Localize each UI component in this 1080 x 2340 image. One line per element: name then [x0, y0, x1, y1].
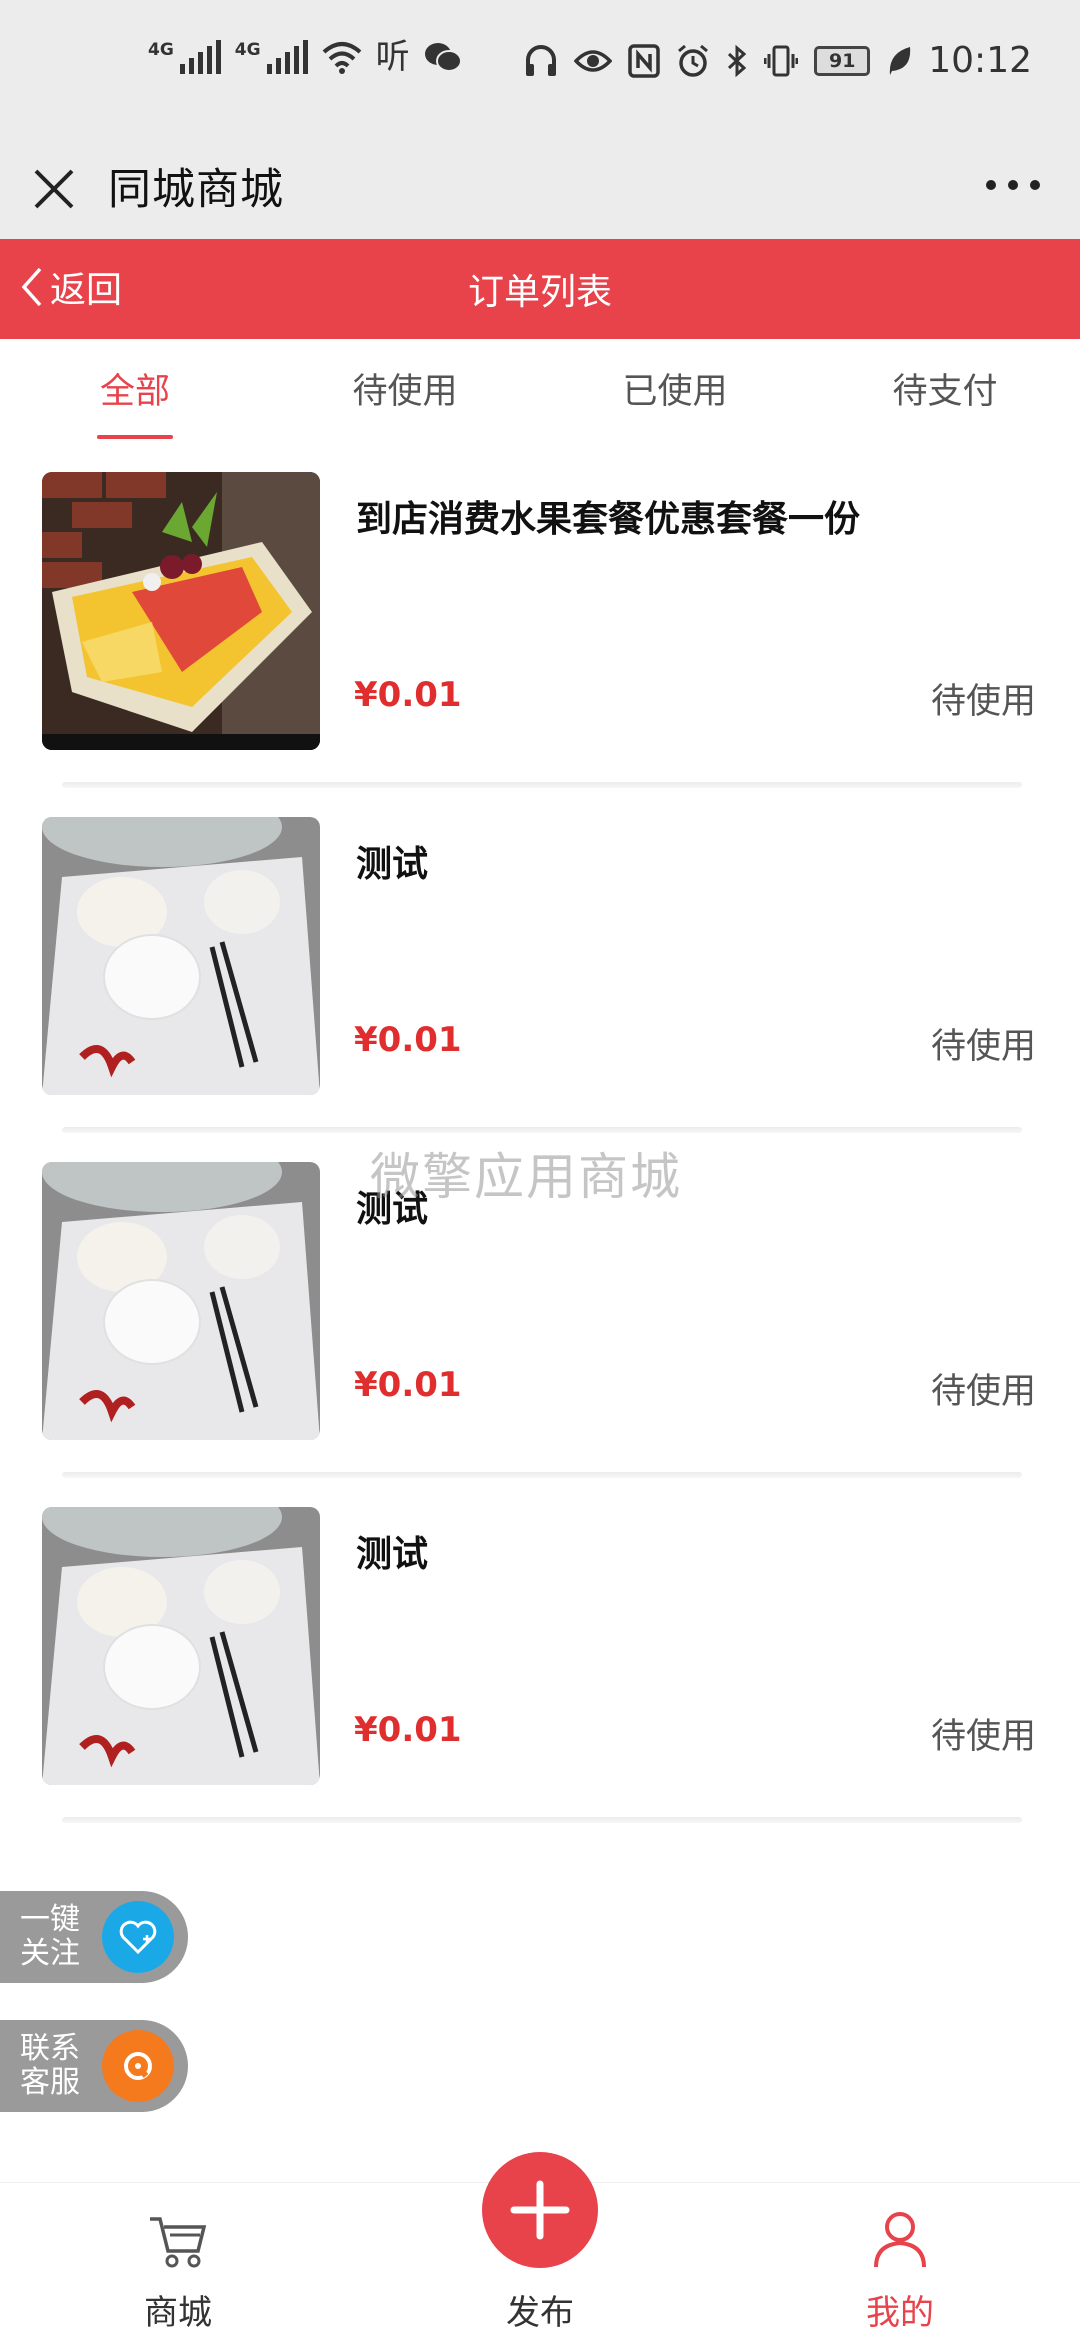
tab-to-pay[interactable]: 待支付 [810, 339, 1080, 449]
service-label-line-2: 客服 [20, 2065, 80, 2100]
network-type-label-2: 4G [234, 40, 261, 60]
tabbar-item-shop[interactable]: 商城 [78, 2183, 278, 2340]
tabbar-label-publish: 发布 [506, 2293, 574, 2333]
tabbar-label-mine: 我的 [866, 2293, 934, 2333]
order-item[interactable]: 到店消费水果套餐优惠套餐一份 ¥0.01 待使用 [0, 455, 1080, 800]
customer-service-button[interactable]: 联系 客服 [0, 2020, 188, 2112]
nav-bar: 返回 订单列表 [0, 239, 1080, 339]
order-thumbnail-tableware [42, 1162, 320, 1440]
status-bar: 4G 4G 听 91 10:12 [0, 0, 1080, 135]
user-icon [874, 2212, 926, 2268]
order-item[interactable]: 测试 ¥0.01 待使用 [0, 800, 1080, 1145]
wifi-icon [322, 42, 361, 74]
status-left: 4G 4G 听 [148, 40, 462, 74]
close-icon[interactable] [32, 157, 76, 217]
alarm-icon [678, 44, 709, 77]
headset-icon [102, 2030, 174, 2102]
order-thumbnail-tableware [42, 1507, 320, 1785]
nfc-icon [628, 43, 660, 78]
battery-indicator: 91 [814, 45, 871, 76]
status-right: 91 10:12 [524, 40, 1032, 81]
order-price: ¥0.01 [354, 1710, 462, 1750]
tabbar-item-mine[interactable]: 我的 [800, 2183, 1000, 2340]
cart-icon [150, 2217, 207, 2268]
order-price: ¥0.01 [354, 675, 462, 715]
service-label: 联系 客服 [20, 2032, 100, 2100]
page-title: 订单列表 [467, 272, 612, 313]
order-status: 待使用 [930, 1717, 1036, 1757]
app-title: 同城商城 [108, 165, 284, 215]
order-title: 测试 [356, 1534, 429, 1575]
follow-button[interactable]: 一键 关注 [0, 1891, 188, 1983]
order-status: 待使用 [930, 1372, 1036, 1412]
tabbar-label-shop: 商城 [144, 2293, 212, 2333]
watermark-text: 微擎应用商城 [370, 1148, 682, 1206]
headphones-icon [526, 44, 557, 76]
signal-icon: 4G [148, 40, 221, 74]
more-options-icon[interactable] [986, 173, 1040, 197]
order-filter-tabs: 全部 待使用 已使用 待支付 [0, 339, 1080, 449]
heart-plus-icon [102, 1901, 174, 1973]
order-status: 待使用 [930, 682, 1036, 722]
tab-used[interactable]: 已使用 [540, 339, 810, 449]
order-price: ¥0.01 [354, 1365, 462, 1405]
eye-icon [574, 49, 613, 72]
order-title: 测试 [356, 844, 429, 885]
leaf-icon [890, 46, 911, 75]
plus-icon [510, 2180, 570, 2240]
tab-all[interactable]: 全部 [0, 339, 270, 449]
order-status: 待使用 [930, 1027, 1036, 1067]
app-header: 同城商城 [0, 135, 1080, 239]
service-label-line-1: 联系 [20, 2031, 80, 2066]
order-item[interactable]: 测试 ¥0.01 待使用 [0, 1490, 1080, 1835]
order-price: ¥0.01 [354, 1020, 462, 1060]
tab-to-use[interactable]: 待使用 [270, 339, 540, 449]
follow-label-line-1: 一键 [20, 1902, 80, 1937]
hd-voice-icon: 听 [375, 37, 410, 77]
publish-button[interactable] [482, 2152, 598, 2268]
wechat-icon [424, 43, 462, 72]
follow-label-line-2: 关注 [20, 1936, 80, 1971]
order-thumbnail-tableware [42, 817, 320, 1095]
signal-icon-2: 4G [235, 40, 308, 74]
order-thumbnail-fruit-platter [42, 472, 320, 750]
order-title: 到店消费水果套餐优惠套餐一份 [356, 499, 861, 540]
follow-label: 一键 关注 [20, 1903, 100, 1971]
clock-time: 10:12 [928, 40, 1032, 81]
network-type-label: 4G [148, 40, 174, 60]
vibrate-icon [764, 45, 799, 76]
bluetooth-icon [728, 44, 747, 77]
